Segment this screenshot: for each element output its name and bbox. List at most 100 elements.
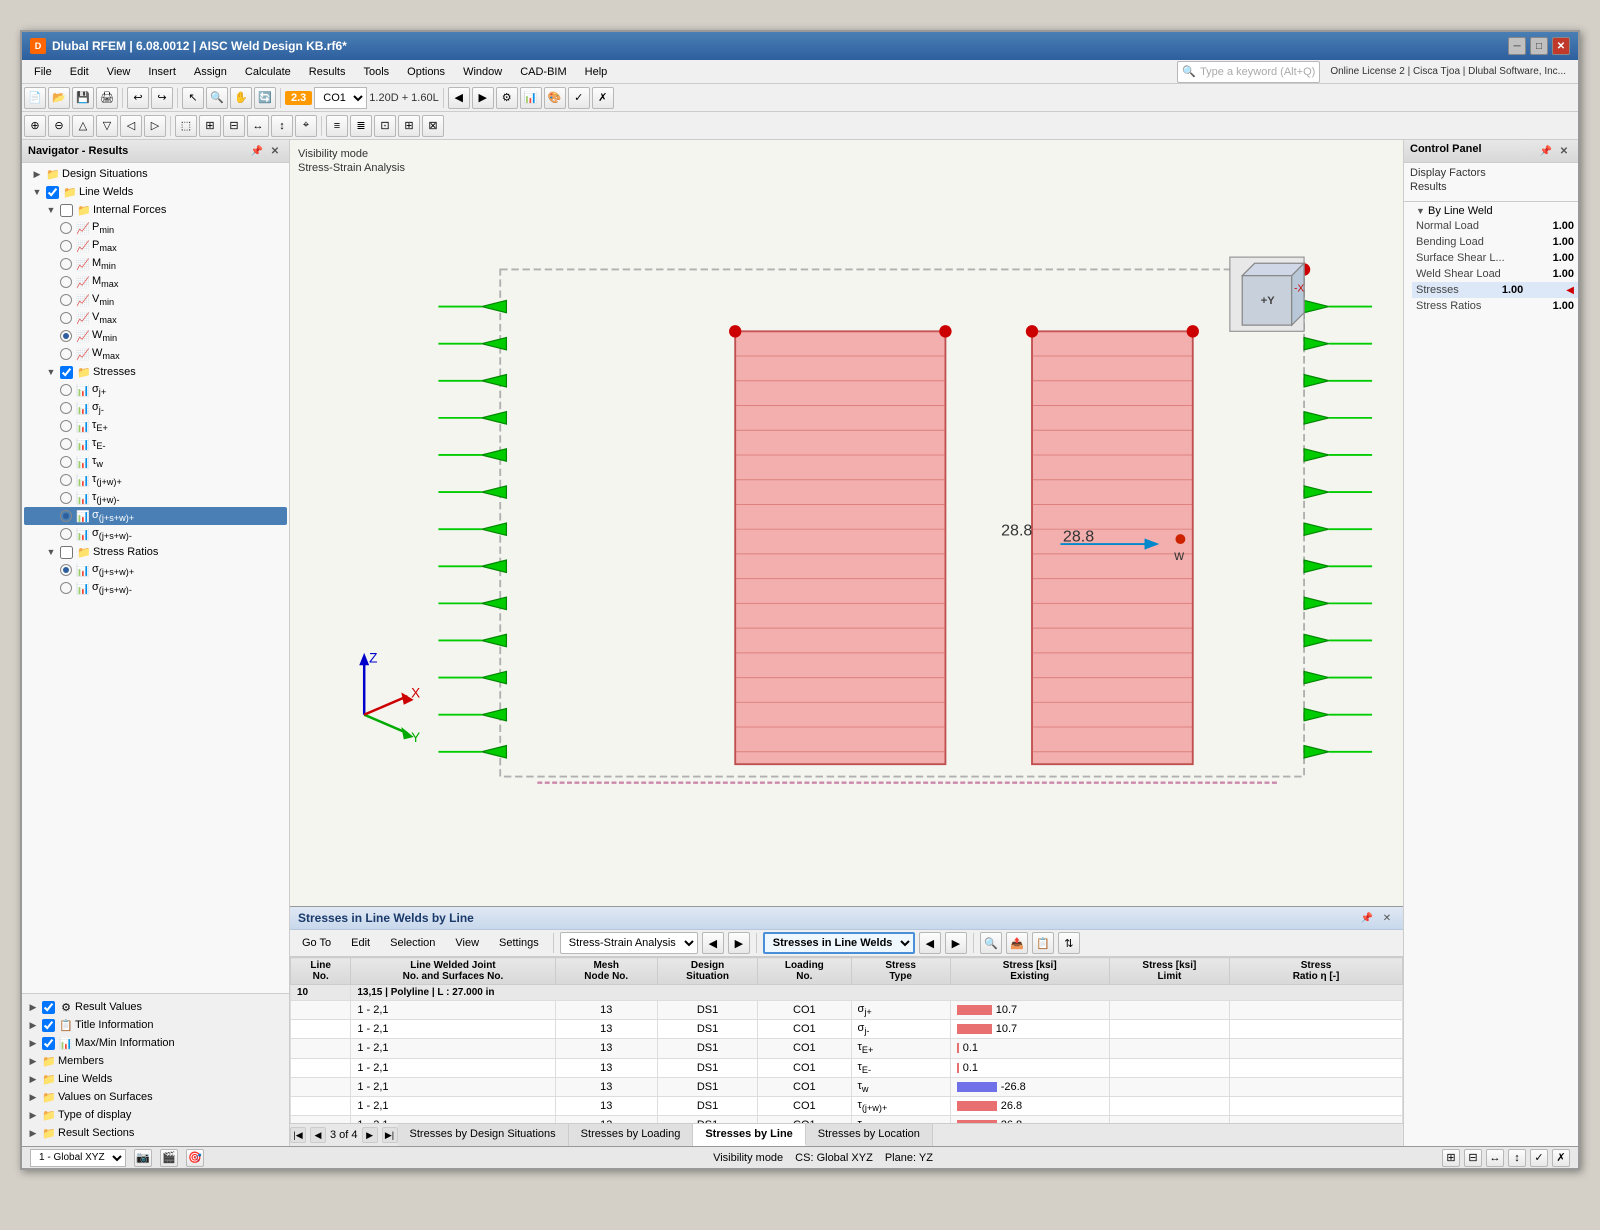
menu-calculate[interactable]: Calculate xyxy=(237,64,299,80)
tree-sr-jswplus[interactable]: 📊 σ(j+s+w)+ xyxy=(24,561,287,579)
cp-surface-shear-row[interactable]: Surface Shear L... 1.00 xyxy=(1412,250,1578,266)
rt-next-btn[interactable]: ▶ xyxy=(728,932,750,954)
results-table-container[interactable]: LineNo. Line Welded JointNo. and Surface… xyxy=(290,957,1403,1123)
nav-close-btn[interactable]: ✕ xyxy=(267,143,283,159)
tab-stresses-by-line[interactable]: Stresses by Line xyxy=(693,1124,805,1146)
view-menu[interactable]: View xyxy=(447,935,487,951)
page-next-btn[interactable]: ▶ xyxy=(362,1127,378,1143)
keyword-search[interactable]: 🔍 Type a keyword (Alt+Q) xyxy=(1177,61,1320,83)
new-btn[interactable]: 📄 xyxy=(24,87,46,109)
page-prev-btn[interactable]: ◀ xyxy=(310,1127,326,1143)
table-row[interactable]: 1 - 2,1 13 DS1 CO1 τ(j+w)- 26.8 xyxy=(291,1116,1403,1123)
coord-system-select[interactable]: 1 - Global XYZ xyxy=(30,1149,126,1167)
cp-stresses-row[interactable]: Stresses 1.00 ◀ xyxy=(1412,282,1578,298)
menu-window[interactable]: Window xyxy=(455,64,510,80)
save-btn[interactable]: 💾 xyxy=(72,87,94,109)
pan-btn[interactable]: ✋ xyxy=(230,87,252,109)
mmin-radio[interactable] xyxy=(60,258,72,270)
tau-eplus-radio[interactable] xyxy=(60,420,72,432)
tree-tau-eplus[interactable]: 📊 τE+ xyxy=(24,417,287,435)
results-close-btn[interactable]: ✕ xyxy=(1379,910,1395,926)
tau-eminus-radio[interactable] xyxy=(60,438,72,450)
cp-normal-load-row[interactable]: Normal Load 1.00 xyxy=(1412,218,1578,234)
tb2-btn-2[interactable]: ⊖ xyxy=(48,115,70,137)
tau-w-radio[interactable] xyxy=(60,456,72,468)
tb2-btn-9[interactable]: ⊟ xyxy=(223,115,245,137)
rt-prev-btn[interactable]: ◀ xyxy=(702,932,724,954)
cam-btn-3[interactable]: 🎯 xyxy=(186,1149,204,1167)
select-btn[interactable]: ↖ xyxy=(182,87,204,109)
load-case-select[interactable]: CO1 xyxy=(314,87,367,109)
menu-assign[interactable]: Assign xyxy=(186,64,235,80)
page-first-btn[interactable]: |◀ xyxy=(290,1127,306,1143)
tb2-btn-3[interactable]: △ xyxy=(72,115,94,137)
vmin-radio[interactable] xyxy=(60,294,72,306)
st-checkbox[interactable] xyxy=(60,366,73,379)
tb2-btn-5[interactable]: ◁ xyxy=(120,115,142,137)
tb2-btn-8[interactable]: ⊞ xyxy=(199,115,221,137)
tree-tau-jwplus[interactable]: 📊 τ(j+w)+ xyxy=(24,471,287,489)
tb2-filter-3[interactable]: ⊡ xyxy=(374,115,396,137)
sb-btn-5[interactable]: ✓ xyxy=(1530,1149,1548,1167)
sr-jswplus-radio[interactable] xyxy=(60,564,72,576)
tree-wmin[interactable]: 📈 Wmin xyxy=(24,327,287,345)
table-row[interactable]: 1 - 2,1 13 DS1 CO1 τ(j+w)+ 26.8 xyxy=(291,1096,1403,1115)
tree-wmax[interactable]: 📈 Wmax xyxy=(24,345,287,363)
menu-edit[interactable]: Edit xyxy=(62,64,97,80)
lw-checkbox[interactable] xyxy=(46,186,59,199)
table-row[interactable]: 1 - 2,1 13 DS1 CO1 σj+ 10.7 xyxy=(291,1001,1403,1020)
view-btn-3[interactable]: ⚙ xyxy=(496,87,518,109)
edit-menu[interactable]: Edit xyxy=(343,935,378,951)
rt-combo-prev[interactable]: ◀ xyxy=(919,932,941,954)
tab-stresses-by-loading[interactable]: Stresses by Loading xyxy=(569,1124,694,1146)
tree-tau-jwminus[interactable]: 📊 τ(j+w)- xyxy=(24,489,287,507)
tree-design-situations[interactable]: ▶ 📁 Design Situations xyxy=(24,165,287,183)
tb2-filter-1[interactable]: ≡ xyxy=(326,115,348,137)
title-bar-controls[interactable]: ─ □ ✕ xyxy=(1508,37,1570,55)
rt-sort-btn[interactable]: ⇅ xyxy=(1058,932,1080,954)
nav-pin-btn[interactable]: 📌 xyxy=(249,143,265,159)
cp-close-btn[interactable]: ✕ xyxy=(1556,143,1572,159)
ti-checkbox[interactable] xyxy=(42,1019,55,1032)
table-row[interactable]: 1 - 2,1 13 DS1 CO1 τE+ 0.1 xyxy=(291,1039,1403,1058)
result-type-combo[interactable]: Stresses in Line Welds xyxy=(763,932,915,954)
cam-btn-1[interactable]: 📷 xyxy=(134,1149,152,1167)
pmax-radio[interactable] xyxy=(60,240,72,252)
rv-checkbox[interactable] xyxy=(42,1001,55,1014)
tree-stress-ratios[interactable]: ▼ 📁 Stress Ratios xyxy=(24,543,287,561)
menu-cad-bim[interactable]: CAD-BIM xyxy=(512,64,574,80)
tree-tau-w[interactable]: 📊 τw xyxy=(24,453,287,471)
tb2-filter-4[interactable]: ⊞ xyxy=(398,115,420,137)
tree-mmin[interactable]: 📈 Mmin xyxy=(24,255,287,273)
menu-options[interactable]: Options xyxy=(399,64,453,80)
rt-filter-btn[interactable]: 🔍 xyxy=(980,932,1002,954)
tb2-btn-7[interactable]: ⬚ xyxy=(175,115,197,137)
sb-btn-2[interactable]: ⊟ xyxy=(1464,1149,1482,1167)
menu-view[interactable]: View xyxy=(99,64,139,80)
tau-jwplus-radio[interactable] xyxy=(60,474,72,486)
open-btn[interactable]: 📂 xyxy=(48,87,70,109)
tb2-filter-5[interactable]: ⊠ xyxy=(422,115,444,137)
tb2-btn-6[interactable]: ▷ xyxy=(144,115,166,137)
rotate-btn[interactable]: 🔄 xyxy=(254,87,276,109)
cp-stress-ratios-row[interactable]: Stress Ratios 1.00 xyxy=(1412,298,1578,314)
redo-btn[interactable]: ↪ xyxy=(151,87,173,109)
cp-weld-shear-row[interactable]: Weld Shear Load 1.00 xyxy=(1412,266,1578,282)
nav-values-on-surfaces[interactable]: ▶ 📁 Values on Surfaces xyxy=(24,1088,287,1106)
sb-btn-6[interactable]: ✗ xyxy=(1552,1149,1570,1167)
menu-help[interactable]: Help xyxy=(577,64,616,80)
sigma-jminus-radio[interactable] xyxy=(60,402,72,414)
tree-vmax[interactable]: 📈 Vmax xyxy=(24,309,287,327)
menu-insert[interactable]: Insert xyxy=(140,64,184,80)
view-btn-2[interactable]: ▶ xyxy=(472,87,494,109)
nav-result-values[interactable]: ▶ ⚙ Result Values xyxy=(24,998,287,1016)
tb2-filter-2[interactable]: ≣ xyxy=(350,115,372,137)
render-btn[interactable]: 🎨 xyxy=(544,87,566,109)
rt-combo-next[interactable]: ▶ xyxy=(945,932,967,954)
if-checkbox[interactable] xyxy=(60,204,73,217)
tree-pmax[interactable]: 📈 Pmax xyxy=(24,237,287,255)
tab-stresses-by-design-situations[interactable]: Stresses by Design Situations xyxy=(398,1124,569,1146)
sr-checkbox[interactable] xyxy=(60,546,73,559)
tab-stresses-by-location[interactable]: Stresses by Location xyxy=(806,1124,933,1146)
cp-bending-load-row[interactable]: Bending Load 1.00 xyxy=(1412,234,1578,250)
